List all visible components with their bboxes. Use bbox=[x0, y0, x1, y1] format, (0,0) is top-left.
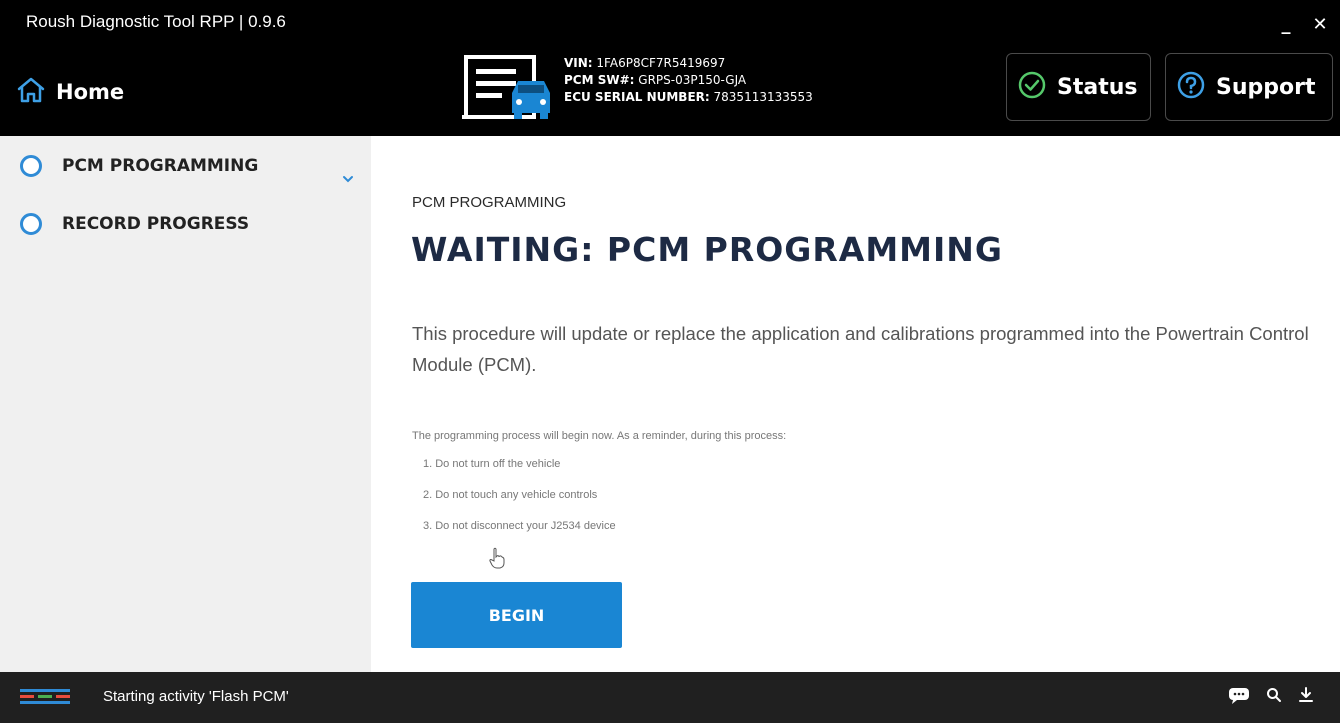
check-circle-icon bbox=[1017, 70, 1047, 104]
main-content: PCM PROGRAMMING WAITING: PCM PROGRAMMING… bbox=[371, 136, 1340, 672]
ecu-serial-label: ECU SERIAL NUMBER: bbox=[564, 90, 710, 104]
search-icon[interactable] bbox=[1266, 687, 1282, 707]
chat-icon[interactable] bbox=[1228, 686, 1250, 708]
pcm-sw-row: PCM SW#: GRPS-03P150-GJA bbox=[564, 72, 813, 89]
window-controls: _ ✕ bbox=[1276, 14, 1330, 35]
reminder-text: The programming process will begin now. … bbox=[412, 430, 787, 442]
list-item: 3. Do not disconnect your J2534 device bbox=[423, 520, 616, 532]
vehicle-info: VIN: 1FA6P8CF7R5419697 PCM SW#: GRPS-03P… bbox=[462, 55, 813, 127]
sidebar-item-pcm-programming[interactable]: PCM PROGRAMMING bbox=[20, 155, 258, 177]
vehicle-document-icon bbox=[462, 55, 554, 127]
question-circle-icon bbox=[1176, 70, 1206, 104]
minimize-button[interactable]: _ bbox=[1276, 14, 1296, 35]
status-button[interactable]: Status bbox=[1006, 53, 1151, 121]
procedure-description: This procedure will update or replace th… bbox=[412, 323, 1309, 375]
pcm-sw-label: PCM SW#: bbox=[564, 73, 635, 87]
chevron-down-icon[interactable] bbox=[342, 168, 354, 187]
vin-row: VIN: 1FA6P8CF7R5419697 bbox=[564, 55, 813, 72]
support-button[interactable]: Support bbox=[1165, 53, 1333, 121]
hand-pointer-icon bbox=[489, 547, 505, 573]
close-button[interactable]: ✕ bbox=[1310, 14, 1330, 35]
sidebar-item-label: RECORD PROGRESS bbox=[62, 214, 250, 234]
vin-value: 1FA6P8CF7R5419697 bbox=[596, 56, 726, 70]
support-label: Support bbox=[1216, 74, 1316, 100]
tray-icons bbox=[1228, 686, 1314, 708]
home-icon bbox=[16, 76, 46, 108]
home-label: Home bbox=[56, 80, 125, 104]
home-button[interactable]: Home bbox=[16, 76, 124, 108]
download-icon[interactable] bbox=[1298, 686, 1314, 708]
step-status-circle bbox=[20, 155, 42, 177]
breadcrumb: PCM PROGRAMMING bbox=[412, 194, 567, 211]
vin-label: VIN: bbox=[564, 56, 593, 70]
list-item: 1. Do not turn off the vehicle bbox=[423, 458, 561, 470]
vehicle-details: VIN: 1FA6P8CF7R5419697 PCM SW#: GRPS-03P… bbox=[564, 55, 813, 106]
ecu-serial-row: ECU SERIAL NUMBER: 7835113133553 bbox=[564, 89, 813, 106]
sidebar-item-record-progress[interactable]: RECORD PROGRESS bbox=[20, 213, 249, 235]
taskbar: Starting activity 'Flash PCM' bbox=[0, 672, 1340, 723]
begin-button[interactable]: BEGIN bbox=[411, 582, 622, 648]
status-label: Status bbox=[1057, 74, 1138, 100]
pcm-sw-value: GRPS-03P150-GJA bbox=[638, 73, 747, 87]
sidebar-item-label: PCM PROGRAMMING bbox=[62, 156, 259, 176]
list-item: 2. Do not touch any vehicle controls bbox=[423, 489, 598, 501]
ecu-serial-value: 7835113133553 bbox=[713, 90, 813, 104]
app-header: Roush Diagnostic Tool RPP | 0.9.6 _ ✕ Ho… bbox=[0, 0, 1340, 136]
step-status-circle bbox=[20, 213, 42, 235]
reminder-steps: 1. Do not turn off the vehicle 2. Do not… bbox=[423, 458, 616, 551]
app-logo-icon[interactable] bbox=[20, 685, 72, 707]
status-message: Starting activity 'Flash PCM' bbox=[103, 688, 289, 705]
page-title: WAITING: PCM PROGRAMMING bbox=[411, 230, 1003, 269]
window-title: Roush Diagnostic Tool RPP | 0.9.6 bbox=[26, 12, 286, 31]
